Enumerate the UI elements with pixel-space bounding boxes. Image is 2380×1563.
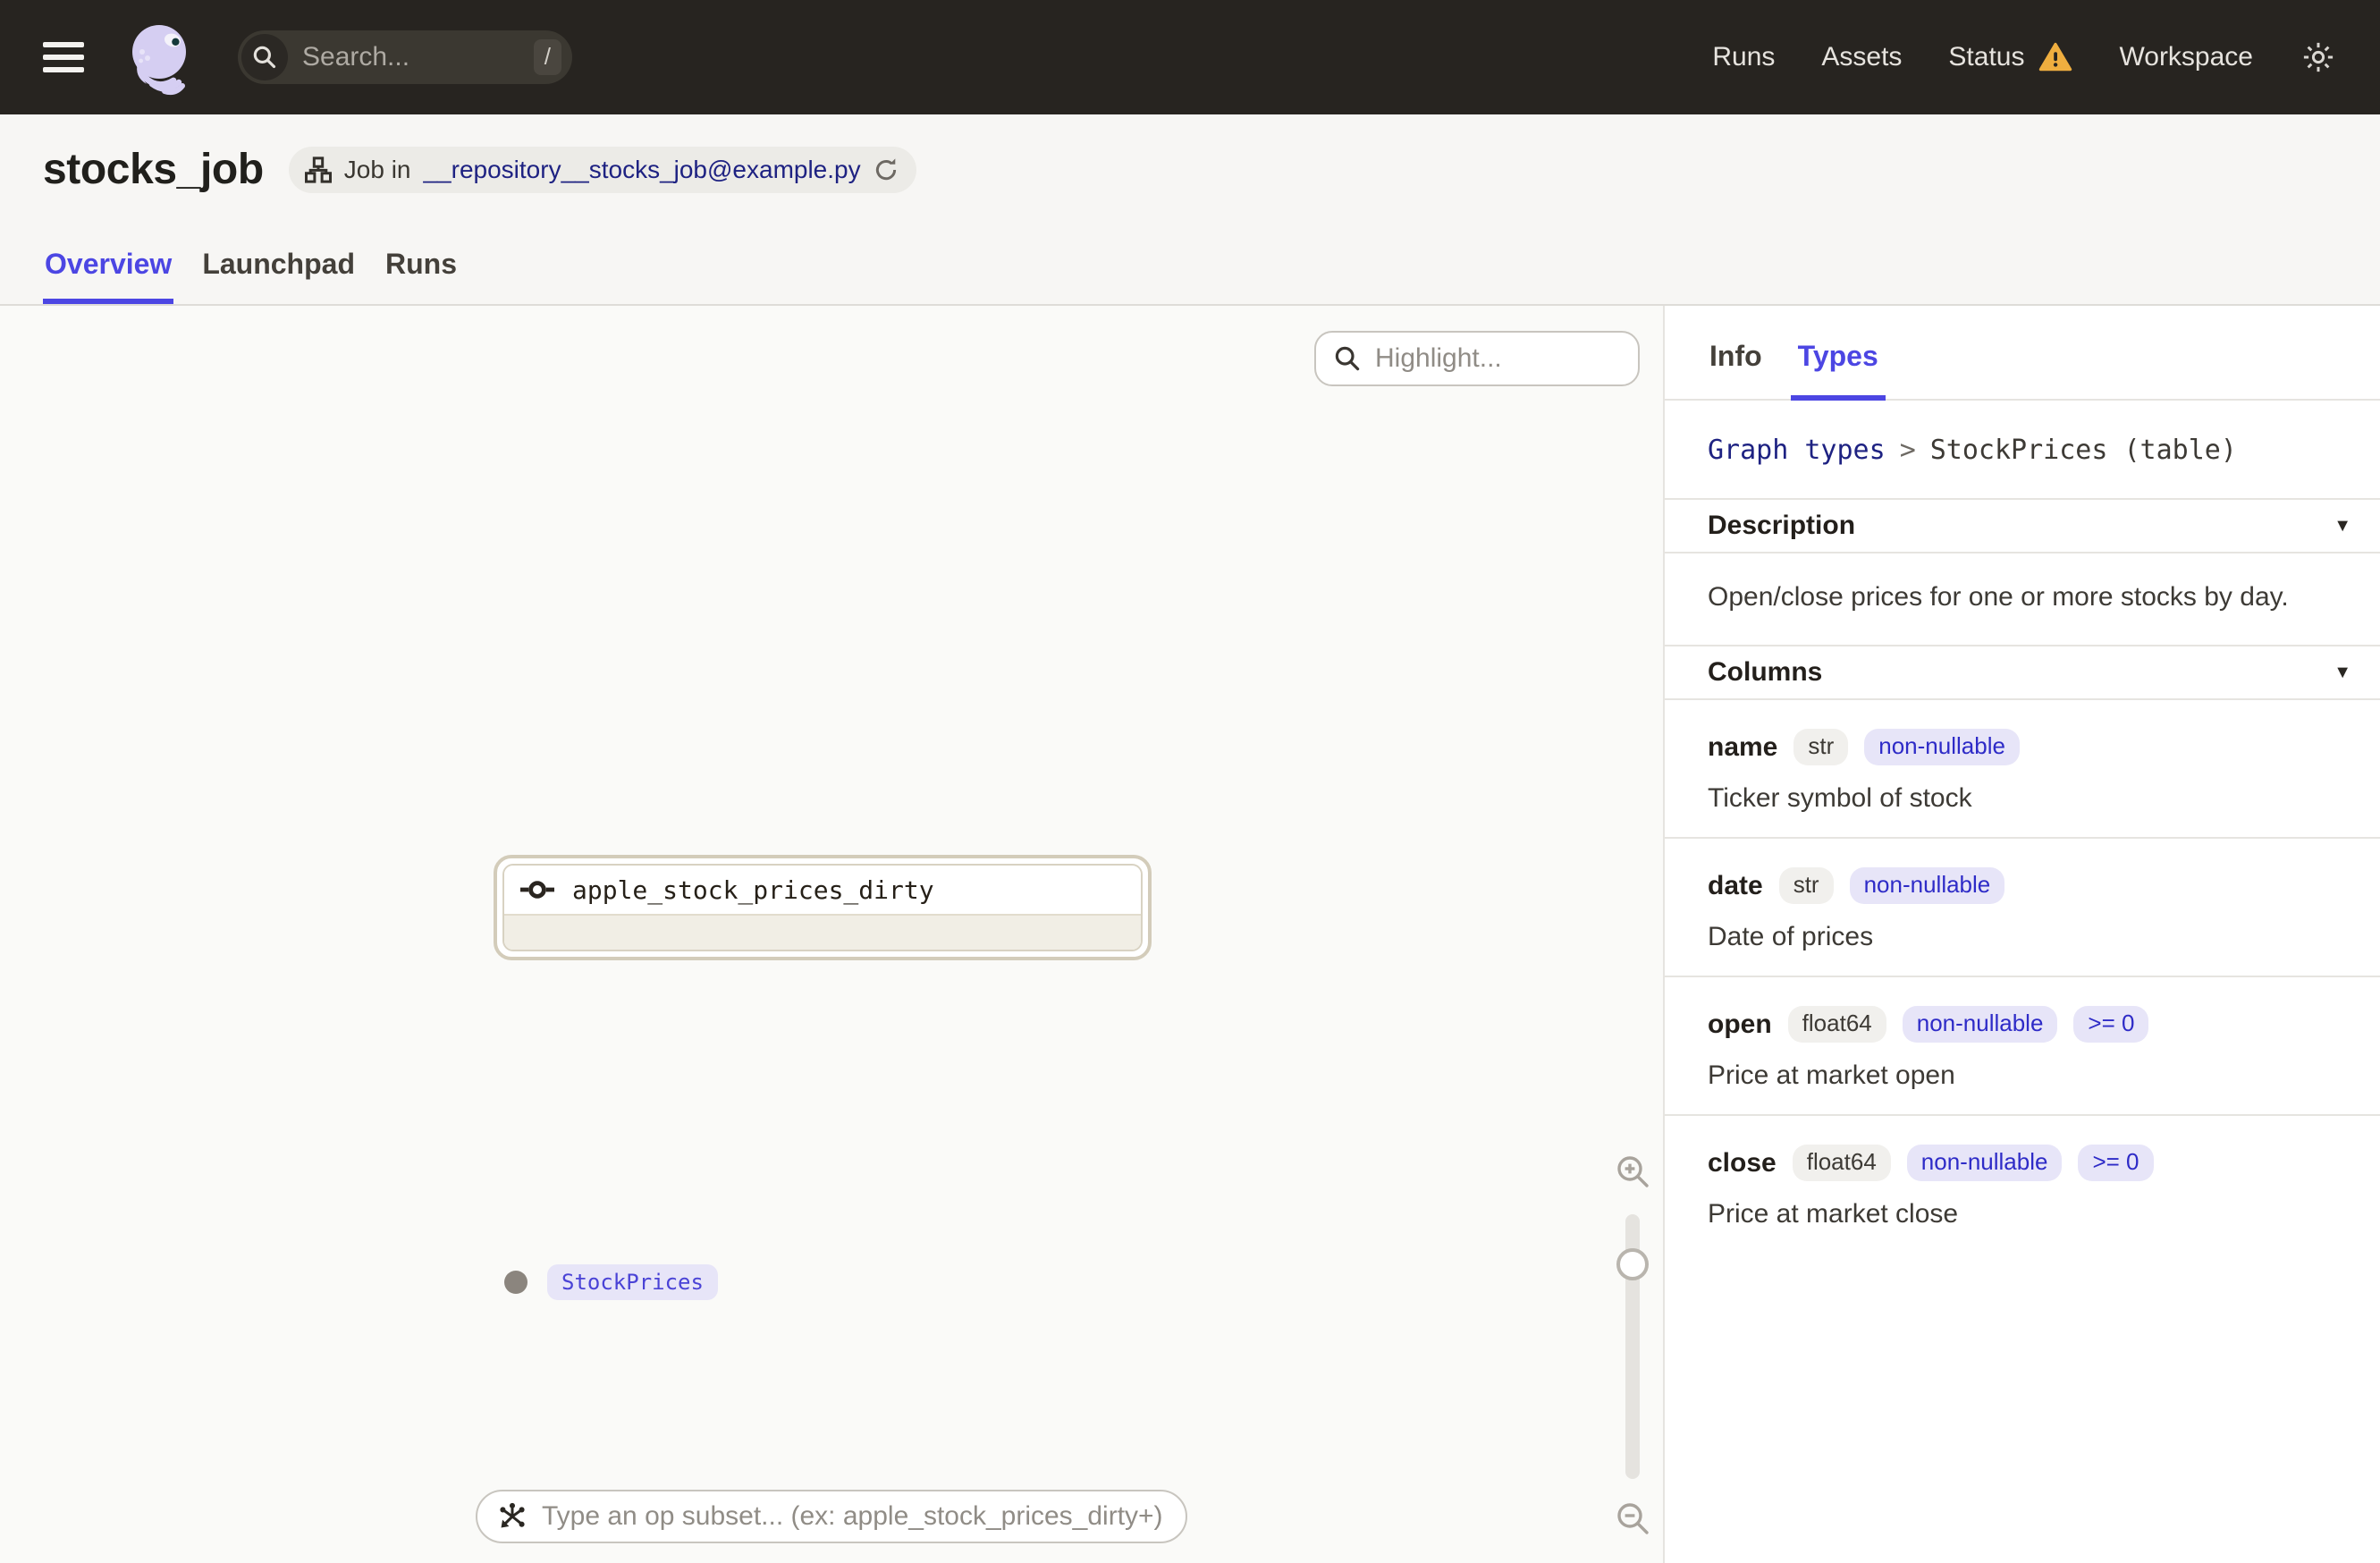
op-icon bbox=[520, 881, 554, 899]
columns-title: Columns bbox=[1708, 657, 1823, 687]
op-node[interactable]: apple_stock_prices_dirty bbox=[494, 855, 1152, 960]
zoom-in-icon[interactable] bbox=[1615, 1153, 1650, 1189]
panel-tabs: Info Types bbox=[1665, 306, 2380, 401]
column-name: date bbox=[1708, 870, 1763, 900]
columns-section-header[interactable]: Columns ▼ bbox=[1665, 645, 2380, 700]
column-type-badge: str bbox=[1778, 867, 1834, 904]
job-origin-prefix: Job in bbox=[343, 155, 411, 183]
breadcrumb-graph-types-link[interactable]: Graph types bbox=[1708, 435, 1886, 466]
column-name: name bbox=[1708, 731, 1778, 762]
output-port-icon bbox=[504, 1271, 527, 1294]
description-text: Open/close prices for one or more stocks… bbox=[1708, 582, 2289, 612]
top-navbar: / Runs Assets Status Workspace bbox=[0, 0, 2380, 114]
breadcrumb-separator: > bbox=[1899, 435, 1916, 466]
warning-icon bbox=[2039, 42, 2072, 72]
column-constraint-badge: >= 0 bbox=[2073, 1006, 2149, 1043]
tab-info[interactable]: Info bbox=[1708, 306, 1764, 399]
breadcrumb-current: StockPrices (table) bbox=[1929, 435, 2237, 466]
description-section-header[interactable]: Description ▼ bbox=[1665, 498, 2380, 553]
column-name: open bbox=[1708, 1009, 1772, 1039]
dagster-logo-icon[interactable] bbox=[116, 16, 198, 98]
op-config-strip bbox=[504, 916, 1141, 950]
description-title: Description bbox=[1708, 511, 1856, 540]
column-type-badge: float64 bbox=[1787, 1006, 1886, 1043]
job-origin-pill: Job in __repository__stocks_job@example.… bbox=[288, 146, 916, 193]
column-constraint-badge: non-nullable bbox=[1864, 729, 2020, 765]
column-description: Date of prices bbox=[1708, 922, 1874, 951]
nav-assets-link[interactable]: Assets bbox=[1821, 42, 1902, 72]
page-header: stocks_job Job in __repository__stocks_j… bbox=[0, 114, 2380, 306]
breadcrumb: Graph types > StockPrices (table) bbox=[1665, 401, 2380, 498]
tab-launchpad[interactable]: Launchpad bbox=[202, 248, 355, 304]
search-icon bbox=[241, 34, 288, 80]
tab-types[interactable]: Types bbox=[1790, 306, 1886, 401]
op-subset-box bbox=[476, 1490, 1187, 1543]
chevron-down-icon[interactable]: ▼ bbox=[2334, 663, 2351, 681]
search-icon bbox=[1335, 346, 1360, 371]
output-type-badge[interactable]: StockPrices bbox=[547, 1264, 718, 1300]
op-subset-input[interactable] bbox=[542, 1501, 1166, 1532]
column-constraint-badge: >= 0 bbox=[2078, 1145, 2154, 1181]
zoom-controls bbox=[1611, 1153, 1654, 1536]
column-constraint-badge: non-nullable bbox=[1906, 1145, 2063, 1181]
zoom-out-icon[interactable] bbox=[1615, 1500, 1650, 1536]
column-row-date: date str non-nullable Date of prices bbox=[1665, 839, 2380, 977]
settings-gear-icon[interactable] bbox=[2300, 38, 2337, 76]
tab-runs[interactable]: Runs bbox=[385, 248, 457, 304]
graph-canvas[interactable]: apple_stock_prices_dirty StockPrices bbox=[0, 306, 1663, 1563]
menu-icon[interactable] bbox=[43, 42, 84, 72]
column-name: close bbox=[1708, 1147, 1777, 1178]
nav-status-link[interactable]: Status bbox=[1948, 42, 2072, 72]
nav-workspace-link[interactable]: Workspace bbox=[2119, 42, 2253, 72]
global-search-input[interactable]: / bbox=[238, 30, 572, 84]
tab-overview[interactable]: Overview bbox=[42, 248, 174, 304]
column-constraint-badge: non-nullable bbox=[1849, 867, 2005, 904]
nav-runs-link[interactable]: Runs bbox=[1712, 42, 1775, 72]
type-side-panel: Info Types Graph types > StockPrices (tabl… bbox=[1665, 306, 2380, 1563]
zoom-slider-track[interactable] bbox=[1616, 1214, 1649, 1479]
column-description: Price at market open bbox=[1708, 1060, 1955, 1090]
op-name: apple_stock_prices_dirty bbox=[572, 874, 934, 905]
column-type-badge: str bbox=[1793, 729, 1849, 765]
column-type-badge: float64 bbox=[1792, 1145, 1891, 1181]
search-shortcut-key: / bbox=[533, 39, 561, 75]
op-subset-icon bbox=[500, 1502, 525, 1528]
job-origin-file-link[interactable]: __repository__stocks_job@example.py bbox=[423, 156, 860, 184]
column-description: Ticker symbol of stock bbox=[1708, 783, 1972, 813]
reload-icon[interactable] bbox=[874, 157, 899, 182]
navbar-links: Runs Assets Status Workspace bbox=[1712, 38, 2337, 76]
global-search-field[interactable] bbox=[302, 42, 519, 72]
highlight-input[interactable] bbox=[1375, 343, 1620, 374]
column-row-close: close float64 non-nullable >= 0 Price at… bbox=[1665, 1116, 2380, 1253]
column-constraint-badge: non-nullable bbox=[1902, 1006, 2058, 1043]
column-description: Price at market close bbox=[1708, 1199, 1959, 1229]
columns-list: name str non-nullable Ticker symbol of s… bbox=[1665, 700, 2380, 1253]
column-row-open: open float64 non-nullable >= 0 Price at … bbox=[1665, 977, 2380, 1116]
highlight-searchbox bbox=[1314, 331, 1640, 386]
op-output: StockPrices bbox=[504, 1264, 718, 1300]
zoom-slider-handle[interactable] bbox=[1616, 1248, 1649, 1280]
job-graph-icon bbox=[304, 156, 332, 183]
job-tabs: Overview Launchpad Runs bbox=[42, 248, 457, 304]
chevron-down-icon[interactable]: ▼ bbox=[2334, 517, 2351, 535]
column-row-name: name str non-nullable Ticker symbol of s… bbox=[1665, 700, 2380, 839]
page-title: stocks_job bbox=[43, 146, 264, 193]
